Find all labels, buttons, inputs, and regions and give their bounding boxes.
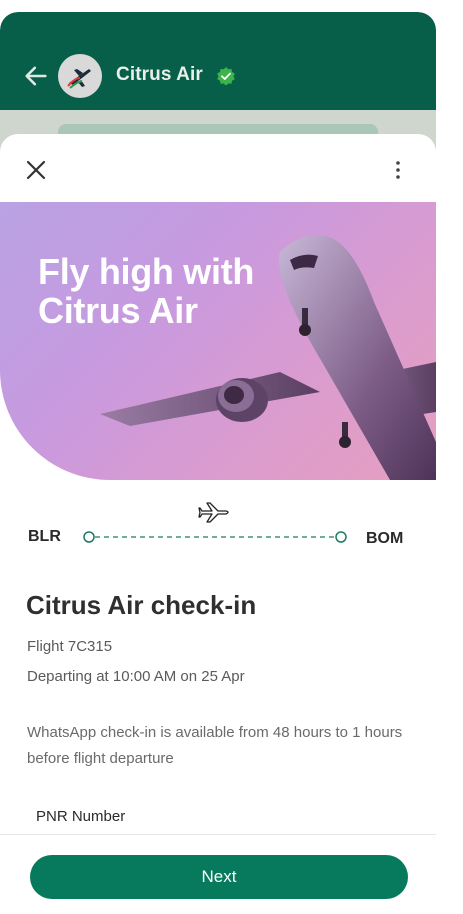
arrow-left-icon[interactable] <box>22 62 50 90</box>
route: BLR BOM <box>0 494 436 554</box>
airline-logo-icon <box>67 69 91 89</box>
hero-title: Fly high with Citrus Air <box>38 251 255 331</box>
close-icon[interactable] <box>24 158 48 182</box>
checkin-notice: WhatsApp check-in is available from 48 h… <box>27 724 403 767</box>
pnr-label: PNR Number <box>36 808 126 825</box>
chat-header: Citrus Air <box>0 12 436 110</box>
more-vertical-icon[interactable] <box>386 158 410 182</box>
destination-code: BOM <box>366 530 404 547</box>
chat-title[interactable]: Citrus Air <box>116 64 203 86</box>
checkin-title: Citrus Air check-in <box>26 590 257 620</box>
route-line <box>83 531 347 543</box>
sheet-footer: Next <box>0 834 436 900</box>
airplane-outline-icon <box>198 502 229 523</box>
verified-check-icon <box>217 67 235 86</box>
departure-time: Departing at 10:00 AM on 25 Apr <box>27 668 245 685</box>
next-button[interactable]: Next <box>30 855 408 899</box>
phone-frame: Citrus Air Fly high with Citrus Air BLR … <box>0 12 436 900</box>
hero-banner: Fly high with Citrus Air <box>0 202 436 480</box>
flight-number: Flight 7C315 <box>27 638 113 655</box>
checkin-sheet: Fly high with Citrus Air BLR BOM Citrus … <box>0 134 436 900</box>
origin-code: BLR <box>28 528 61 545</box>
avatar[interactable] <box>58 54 102 98</box>
